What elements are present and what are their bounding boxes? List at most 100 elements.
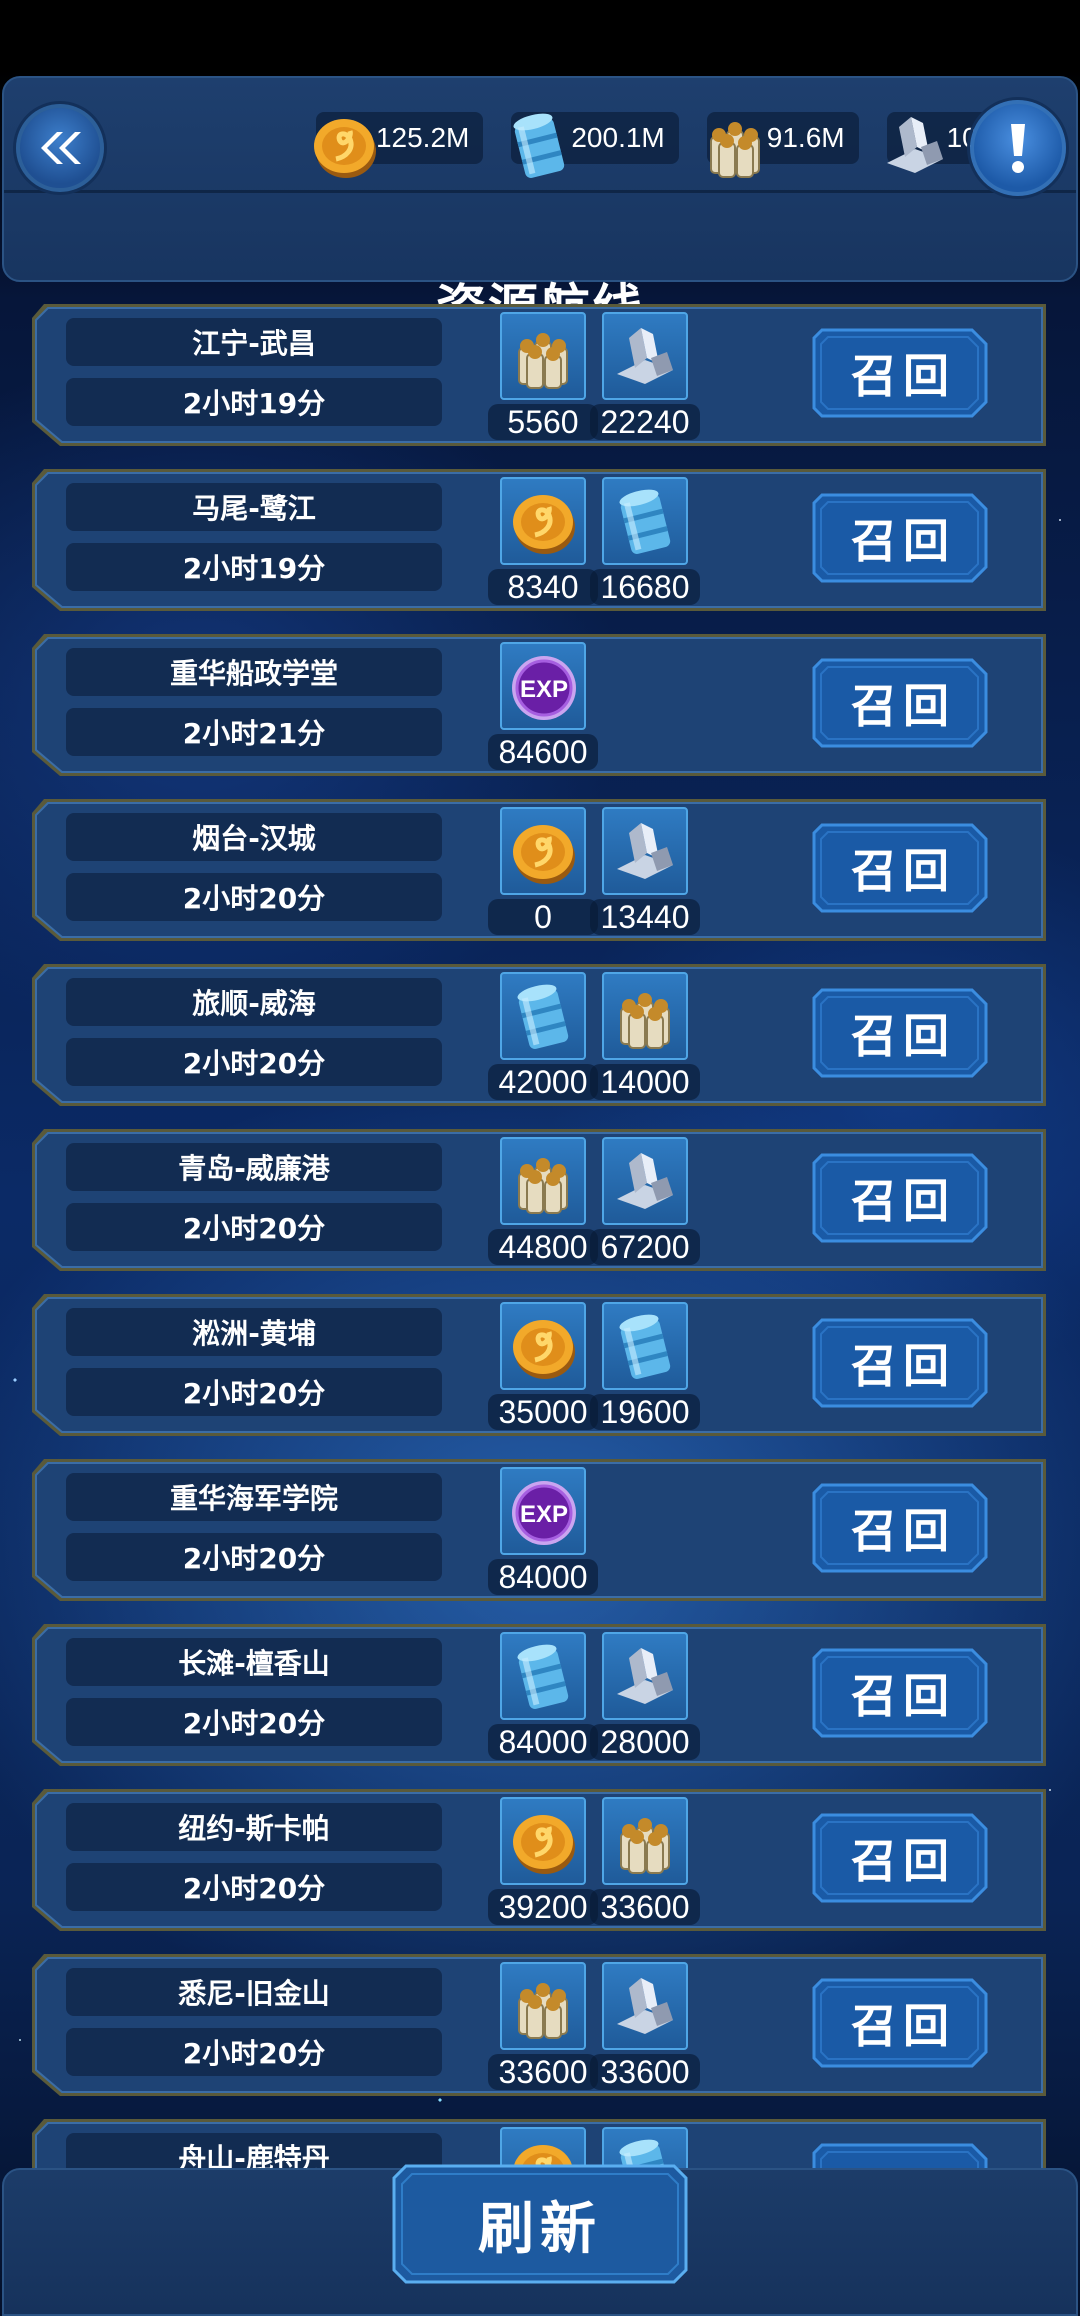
reward-amount: 5560 [488, 404, 598, 440]
reward-tile [500, 1632, 586, 1720]
reward-tile [500, 312, 586, 400]
route-list[interactable]: 江宁-武昌 2小时19分 5560 22240 召回 马尾-鹭江 2小时19分 … [30, 302, 1050, 2170]
reward-item: 0 [488, 807, 598, 939]
route-name: 长滩-檀香山 [66, 1638, 442, 1686]
reward-item: 19600 [590, 1302, 700, 1434]
reward-amount: 8340 [488, 569, 598, 605]
route-name: 悉尼-旧金山 [66, 1968, 442, 2016]
reward-item: 28000 [590, 1632, 700, 1764]
recall-label: 召回 [851, 1669, 955, 1723]
recall-label: 召回 [851, 1504, 955, 1558]
reward-amount: 22240 [590, 404, 700, 440]
route-name: 青岛-威廉港 [66, 1143, 442, 1191]
reward-amount: 67200 [590, 1229, 700, 1265]
route-name: 舟山-鹿特丹 [66, 2133, 442, 2170]
reward-amount: 44800 [488, 1229, 598, 1265]
recall-label: 召回 [851, 1339, 955, 1393]
recall-label: 召回 [851, 514, 955, 568]
route-row: 旅顺-威海 2小时20分 42000 14000 召回 [30, 962, 1048, 1108]
route-row: 青岛-威廉港 2小时20分 44800 67200 召回 [30, 1127, 1048, 1273]
steel-icon [877, 107, 943, 173]
recall-button[interactable]: 召回 [812, 1978, 988, 2068]
info-button[interactable] [970, 100, 1066, 196]
back-button[interactable] [16, 104, 104, 192]
route-row: 悉尼-旧金山 2小时20分 33600 33600 召回 [30, 1952, 1048, 2098]
reward-item: EXP 84000 [488, 1467, 598, 1599]
reward-amount: 39200 [488, 1889, 598, 1925]
reward-tile [602, 972, 688, 1060]
reward-amount: 33600 [488, 2054, 598, 2090]
header-panel: 125.2M 200.1M 91.6M 106.8M 资 [2, 76, 1078, 337]
recall-button[interactable]: 召回 [812, 493, 988, 583]
route-time: 2小时20分 [66, 1698, 442, 1746]
reward-item: 8340 [488, 477, 598, 609]
reward-item: EXP 84600 [488, 642, 598, 774]
recall-button[interactable]: 召回 [812, 1813, 988, 1903]
refresh-label: 刷新 [478, 2196, 602, 2262]
refresh-button[interactable]: 刷新 [392, 2164, 688, 2284]
recall-button[interactable]: 召回 [812, 1483, 988, 1573]
reward-tile [500, 477, 586, 565]
recall-button[interactable]: 召回 [812, 328, 988, 418]
exclamation-icon [1011, 124, 1025, 173]
route-row: 马尾-鹭江 2小时19分 8340 16680 召回 [30, 467, 1048, 613]
reward-amount: 35000 [488, 1394, 598, 1430]
resource-gold-coin: 125.2M [313, 112, 484, 178]
ammo-icon [697, 107, 760, 178]
route-name: 纽约-斯卡帕 [66, 1803, 442, 1851]
reward-amount: 33600 [590, 1889, 700, 1925]
resource-value: 125.2M [375, 122, 470, 153]
recall-button[interactable]: 召回 [812, 823, 988, 913]
recall-button[interactable]: 召回 [812, 1153, 988, 1243]
reward-amount: 84000 [488, 1724, 598, 1760]
reward-item: 39200 [488, 1797, 598, 1929]
recall-button[interactable]: 召回 [812, 1318, 988, 1408]
reward-tile [500, 972, 586, 1060]
recall-button[interactable]: 召回 [812, 2143, 988, 2170]
route-name: 重华海军学院 [66, 1473, 442, 1521]
reward-item: 35000 [488, 1302, 598, 1434]
route-name: 重华船政学堂 [66, 648, 442, 696]
reward-amount: 14000 [590, 1064, 700, 1100]
reward-tile [500, 807, 586, 895]
resource-value: 91.6M [766, 122, 845, 153]
recall-button[interactable]: 召回 [812, 988, 988, 1078]
reward-amount: 33600 [590, 2054, 700, 2090]
reward-item: 67200 [590, 1137, 700, 1269]
recall-button[interactable]: 召回 [812, 1648, 988, 1738]
reward-item: 5560 [488, 312, 598, 444]
recall-label: 召回 [851, 349, 955, 403]
reward-amount: 42000 [488, 1064, 598, 1100]
double-chevron-left-icon [41, 132, 81, 164]
recall-label: 召回 [851, 679, 955, 733]
reward-tile: EXP [500, 642, 586, 730]
reward-tile [602, 1797, 688, 1885]
recall-label: 召回 [851, 844, 955, 898]
reward-amount: 0 [488, 899, 598, 935]
reward-tile [602, 477, 688, 565]
route-time: 2小时19分 [66, 378, 442, 426]
route-name: 淞洲-黄埔 [66, 1308, 442, 1356]
recall-button[interactable]: 召回 [812, 658, 988, 748]
reward-tile [500, 1962, 586, 2050]
route-name: 马尾-鹭江 [66, 483, 442, 531]
resource-ammo: 91.6M [706, 112, 859, 178]
route-name: 江宁-武昌 [66, 318, 442, 366]
route-time: 2小时20分 [66, 1533, 442, 1581]
route-time: 2小时20分 [66, 2028, 442, 2076]
reward-amount: 84600 [488, 734, 598, 770]
reward-item: 33600 [590, 1962, 700, 2094]
route-row: 淞洲-黄埔 2小时20分 35000 19600 召回 [30, 1292, 1048, 1438]
reward-tile [602, 1632, 688, 1720]
reward-tile [602, 1137, 688, 1225]
gold-coin-icon [306, 107, 376, 178]
route-name: 旅顺-威海 [66, 978, 442, 1026]
exp-icon-label: EXP [520, 1501, 568, 1528]
reward-amount: 16680 [590, 569, 700, 605]
route-time: 2小时20分 [66, 1203, 442, 1251]
reward-tile [500, 1137, 586, 1225]
route-row: 纽约-斯卡帕 2小时20分 39200 33600 召回 [30, 1787, 1048, 1933]
reward-tile [500, 1797, 586, 1885]
route-row: 舟山-鹿特丹 召回 [30, 2117, 1048, 2170]
reward-item: 42000 [488, 972, 598, 1104]
